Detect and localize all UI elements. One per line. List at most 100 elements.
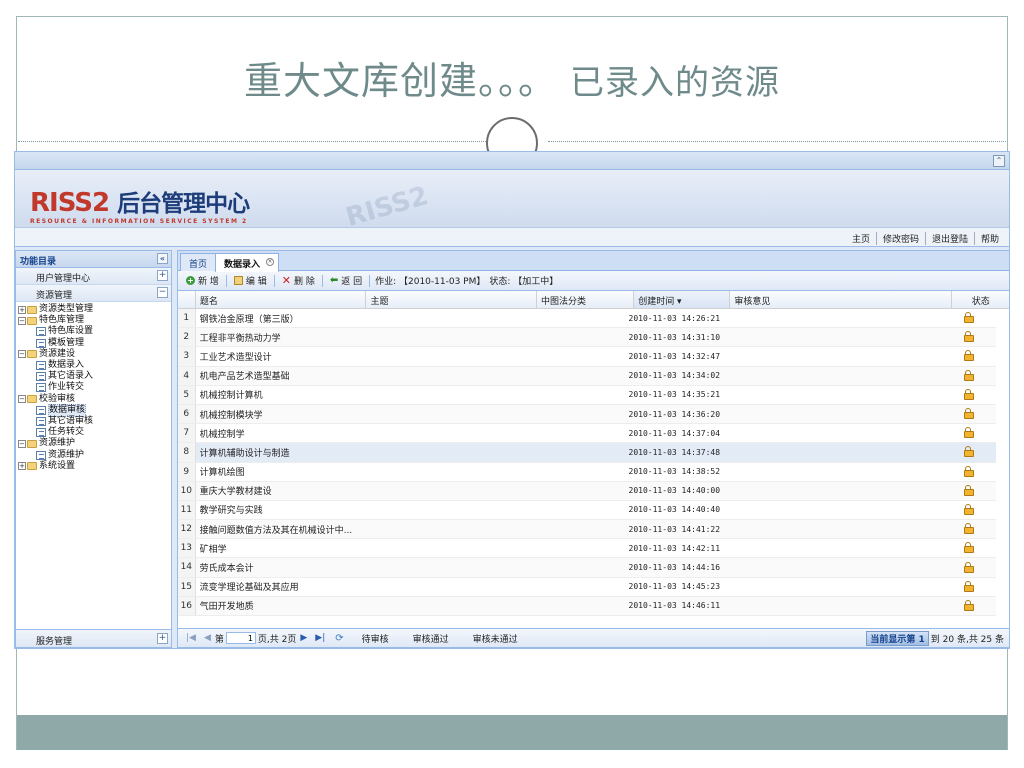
tree-folder[interactable]: − 特色库管理: [18, 315, 171, 326]
cell-created-time: 2010-11-03 14:36:20: [628, 409, 721, 419]
tree-leaf[interactable]: 任务转交: [18, 427, 171, 438]
collapse-banner-icon[interactable]: ⌃: [993, 155, 1005, 167]
header-class[interactable]: 中图法分类: [537, 291, 635, 308]
tree-leaf[interactable]: 数据录入: [18, 360, 171, 371]
table-row[interactable]: 10 重庆大学教材建设 2010-11-03 14:40:00: [178, 481, 996, 501]
table-row[interactable]: 6 机械控制模块学 2010-11-03 14:36:20: [178, 404, 996, 425]
row-number: 4: [178, 366, 196, 385]
page-icon: [36, 372, 46, 382]
cell-title: 气田开发地质: [199, 602, 254, 613]
tree-leaf[interactable]: 数据审核: [18, 403, 171, 417]
delete-button[interactable]: ✕ 删 除: [278, 274, 319, 287]
table-row[interactable]: 7 机械控制学 2010-11-03 14:37:04: [178, 424, 996, 444]
table-row[interactable]: 3 工业艺术造型设计 2010-11-03 14:32:47: [178, 347, 996, 367]
row-number: 10: [178, 481, 196, 500]
tab-data-entry[interactable]: 数据录入 ×: [215, 253, 280, 272]
tree-folder[interactable]: − 校验审核: [18, 394, 171, 405]
table-row[interactable]: 14 劳氏成本会计 2010-11-03 14:44:16: [178, 558, 996, 578]
table-row[interactable]: 1 钢铁冶金原理（第三版） 2010-11-03 14:26:21: [178, 309, 996, 329]
collapse-icon[interactable]: −: [18, 350, 26, 359]
refresh-icon[interactable]: ⟳: [329, 633, 349, 644]
header-title[interactable]: 题名: [196, 291, 367, 308]
state-label: 状态: 【加工中】: [489, 277, 559, 287]
folder-icon: [27, 305, 37, 314]
tree-folder[interactable]: − 资源维护: [18, 438, 171, 449]
tree-label: 其它语审核: [48, 415, 94, 426]
last-page-icon[interactable]: ▶|: [311, 633, 329, 643]
tree-label: 数据录入: [48, 360, 85, 371]
expand-icon[interactable]: +: [157, 633, 168, 644]
accordion-service-mgmt[interactable]: 服务管理 +: [16, 629, 171, 647]
expand-icon[interactable]: +: [18, 305, 26, 314]
lock-icon: [963, 561, 974, 573]
prev-page-icon[interactable]: ◀: [200, 633, 215, 643]
table-row[interactable]: 13 矿相学 2010-11-03 14:42:11: [178, 539, 996, 559]
lock-icon: [963, 446, 974, 458]
tree-leaf[interactable]: 其它语录入: [18, 371, 171, 382]
back-button[interactable]: ⬅ 返 回: [326, 274, 366, 287]
header-status[interactable]: 状态: [952, 291, 1009, 308]
cell-created-time: 2010-11-03 14:40:00: [628, 486, 721, 496]
sidebar-title: 功能目录: [20, 257, 57, 267]
expand-icon[interactable]: +: [18, 462, 26, 471]
collapse-icon[interactable]: −: [18, 439, 26, 448]
slide-title-main: 重大文库创建。。。: [243, 59, 557, 103]
header-review-note[interactable]: 审核意见: [730, 291, 953, 308]
page-icon: [36, 383, 46, 393]
toolbar-divider: [273, 274, 275, 287]
accordion-resource-mgmt[interactable]: 资源管理 −: [16, 285, 171, 302]
first-page-icon[interactable]: |◀: [182, 633, 200, 643]
expand-icon[interactable]: +: [157, 270, 168, 281]
nav-link[interactable]: 帮助: [973, 232, 1005, 245]
table-row[interactable]: 4 机电产品艺术造型基础 2010-11-03 14:34:02: [178, 366, 996, 386]
table-row[interactable]: 9 计算机绘图 2010-11-03 14:38:52: [178, 462, 996, 482]
collapse-icon[interactable]: −: [157, 287, 168, 298]
tree-leaf[interactable]: 模板管理: [18, 338, 171, 349]
add-button[interactable]: + 新 增: [182, 274, 223, 287]
lock-icon: [963, 312, 974, 324]
tree-leaf[interactable]: 资源维护: [18, 449, 171, 460]
nav-link[interactable]: 修改密码: [875, 232, 925, 245]
cell-title: 计算机绘图: [199, 468, 245, 479]
next-page-icon[interactable]: ▶: [296, 633, 311, 643]
cell-status: [939, 561, 996, 574]
tree-folder[interactable]: + 资源类型管理: [18, 304, 171, 315]
table-row[interactable]: 5 机械控制计算机 2010-11-03 14:35:21: [178, 385, 996, 405]
nav-link[interactable]: 主页: [846, 232, 876, 245]
tree-leaf[interactable]: 特色库设置: [18, 326, 171, 337]
cell-created-time: 2010-11-03 14:38:52: [628, 467, 721, 477]
title-divider-right: [548, 141, 1006, 142]
table-row[interactable]: 8 计算机辅助设计与制造 2010-11-03 14:37:48: [178, 443, 996, 463]
tree-folder[interactable]: + 系统设置: [18, 461, 171, 472]
top-nav-bar: 主页 修改密码 退出登陆 帮助: [15, 228, 1009, 247]
table-row[interactable]: 11 教学研究与实践 2010-11-03 14:40:40: [178, 500, 996, 521]
tab-home[interactable]: 首页: [180, 253, 217, 271]
header-subject[interactable]: 主题: [366, 291, 537, 308]
table-row[interactable]: 12 接触问题数值方法及其在机械设计中... 2010-11-03 14:41:22: [178, 520, 996, 540]
tree-folder[interactable]: − 资源建设: [18, 349, 171, 360]
edit-button[interactable]: 编 辑: [230, 274, 271, 287]
accordion-user-center[interactable]: 用户管理中心 +: [16, 268, 171, 285]
cell-title: 矿相学: [199, 544, 227, 555]
collapse-icon[interactable]: −: [18, 316, 26, 325]
tree-leaf[interactable]: 其它语审核: [18, 416, 171, 427]
paging-info-highlight: 当前显示第 1: [866, 631, 929, 646]
page-number-input[interactable]: [225, 632, 256, 644]
close-icon[interactable]: ×: [266, 258, 275, 266]
cell-status: [939, 350, 996, 362]
approved-button[interactable]: 审核通过: [401, 632, 461, 645]
tree-leaf[interactable]: 作业转交: [18, 382, 171, 393]
table-row[interactable]: 15 流变学理论基础及其应用 2010-11-03 14:45:23: [178, 577, 996, 597]
row-number: 15: [178, 577, 196, 596]
header-created-time[interactable]: 创建时间 ▾: [634, 291, 731, 308]
sidebar-collapse-icon[interactable]: «: [157, 253, 168, 264]
table-row[interactable]: 2 工程非平衡热动力学 2010-11-03 14:31:10: [178, 328, 996, 348]
row-number: 16: [178, 596, 196, 615]
nav-link[interactable]: 退出登陆: [924, 232, 974, 245]
rejected-button[interactable]: 审核未通过: [461, 632, 530, 645]
collapse-icon[interactable]: −: [18, 395, 26, 404]
tree-label: 资源维护: [48, 449, 85, 460]
sidebar-panel: 功能目录 « 用户管理中心 + 资源管理 − + 资源类型管理 − 特色库管理 特色库设…: [15, 250, 172, 648]
table-row[interactable]: 16 气田开发地质 2010-11-03 14:46:11: [178, 596, 996, 616]
pending-review-button[interactable]: 待审核: [350, 632, 401, 645]
